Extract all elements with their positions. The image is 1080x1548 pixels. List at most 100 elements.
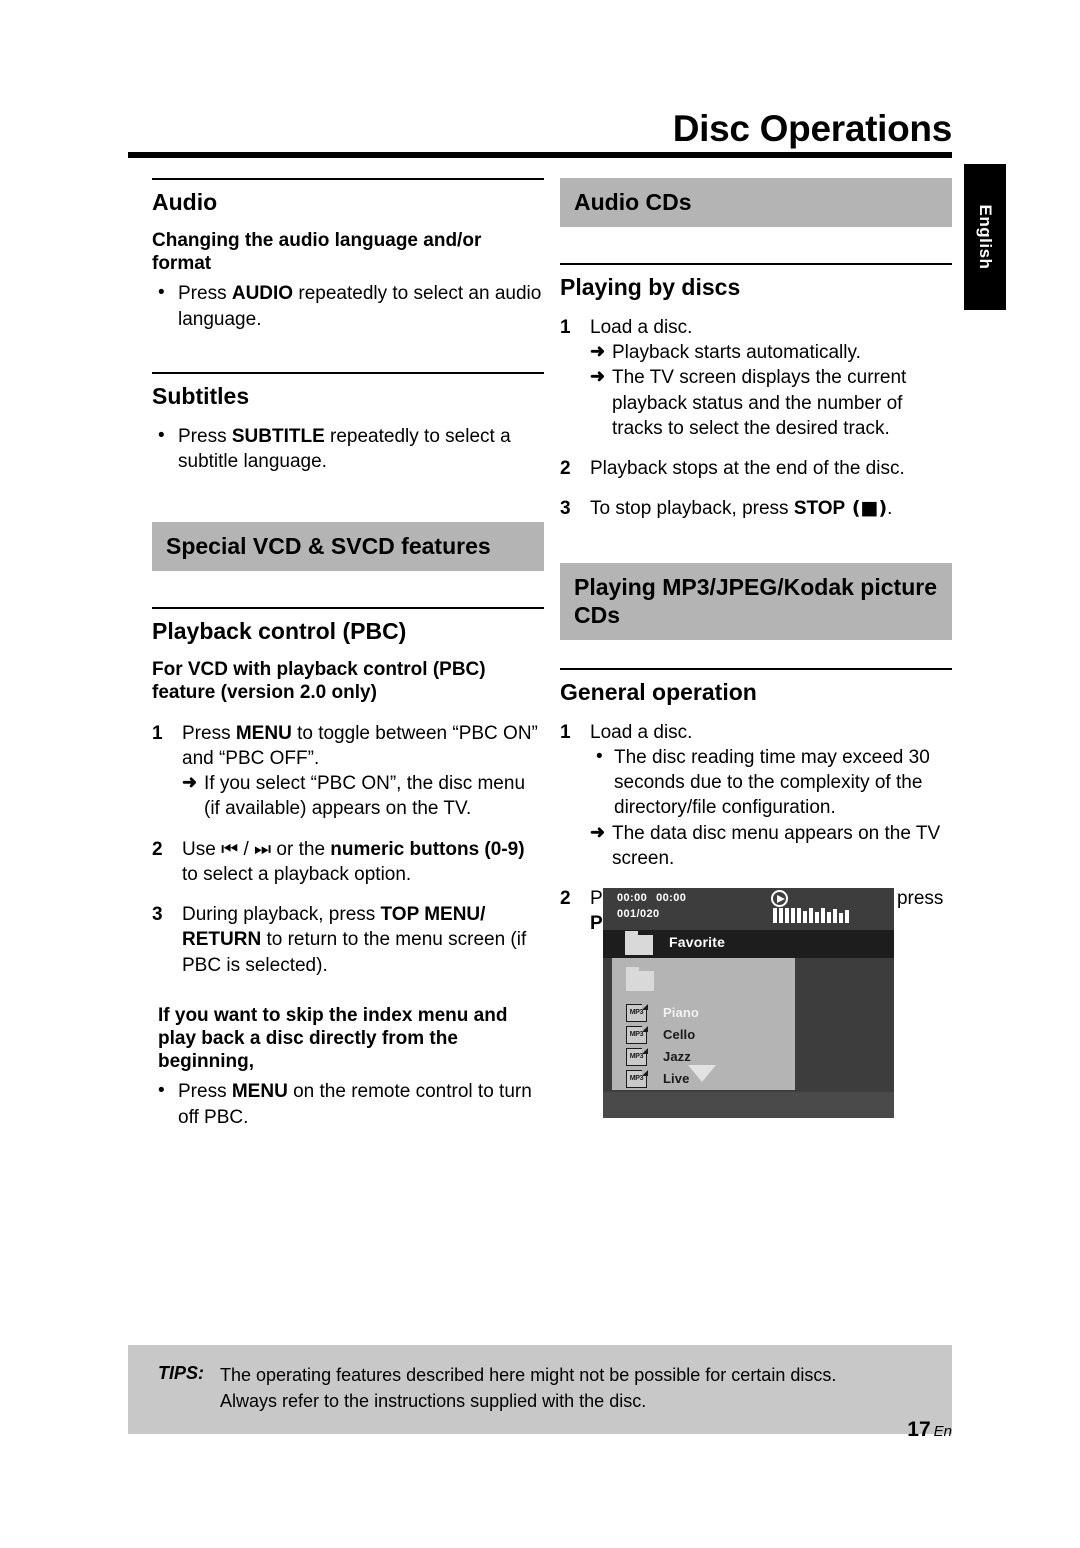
folder-icon (625, 931, 653, 955)
equalizer-bars-icon (773, 907, 849, 923)
next-track-icon: ⏭ (254, 837, 272, 860)
general-operation-divider (560, 667, 952, 670)
general-step-1-bullet: The disc reading time may exceed 30 seco… (590, 744, 952, 821)
prev-track-icon: ⏮ (221, 837, 239, 860)
tv-track-counter: 001/020 (617, 908, 660, 920)
general-step-2-number: 2 (560, 888, 571, 910)
audio-bullet: Press AUDIO repeatedly to select an audi… (152, 280, 544, 332)
tips-box: TIPS: The operating features described h… (128, 1345, 952, 1435)
subtitles-section-divider (152, 371, 544, 374)
mp3-file-icon: MP3 (626, 1047, 648, 1066)
pbc-step-2-key: numeric buttons (0-9) (330, 838, 525, 860)
list-item-label: Cello (663, 1027, 696, 1042)
mp3-file-icon: MP3 (626, 1003, 648, 1022)
tv-time-display: 00:00 00:00 (617, 892, 686, 904)
tv-screen-mockup: 00:00 00:00 001/020 Favorite MP3 Piano MP… (603, 888, 894, 1118)
pbc-step-1-number: 1 (152, 722, 163, 744)
audio-bullet-pre: Press (178, 283, 232, 305)
tv-file-list: MP3 Piano MP3 Cello MP3 Jazz MP3 Live (612, 958, 795, 1090)
language-tab: English (964, 164, 1006, 310)
special-vcd-band: Special VCD & SVCD features (152, 522, 544, 572)
pbc-step-2-mid: or the (271, 838, 331, 860)
audio-bullet-key: AUDIO (231, 283, 294, 305)
tv-selected-folder-label: Favorite (669, 934, 726, 950)
caret-down-icon[interactable] (688, 1065, 716, 1082)
tv-selected-folder-row[interactable]: Favorite (603, 930, 894, 958)
discs-step-3: 3 To stop playback, press STOP (■). (560, 496, 952, 521)
tips-body: The operating features described here mi… (220, 1363, 836, 1414)
manual-page: Disc Operations English Audio Changing t… (0, 0, 1080, 1548)
page-number-value: 17 (907, 1418, 931, 1441)
page-title: Disc Operations (672, 108, 953, 149)
tv-status-bar: 00:00 00:00 001/020 (603, 888, 894, 930)
pbc-step-3: 3 During playback, press TOP MENU/ RETUR… (152, 902, 544, 978)
general-operation-heading: General operation (560, 678, 757, 705)
header-divider (128, 152, 952, 158)
general-step-1-arrow: The data disc menu appears on the TV scr… (590, 821, 952, 872)
pbc-step-2-post: to select a playback option. (182, 863, 412, 885)
list-item-label: Jazz (663, 1049, 691, 1064)
skip-index-bullet-pre: Press (178, 1081, 232, 1103)
tips-label: TIPS: (158, 1363, 205, 1383)
mp3-file-icon: MP3 (626, 1025, 648, 1044)
subtitles-bullet: Press SUBTITLE repeatedly to select a su… (152, 423, 544, 475)
parent-folder-icon[interactable] (626, 967, 654, 991)
discs-step-1-arrow-1: Playback starts automatically. (590, 340, 952, 365)
discs-step-3-number: 3 (560, 498, 571, 520)
general-step-1-text: Load a disc. (590, 721, 693, 743)
discs-step-3-post: . (887, 498, 893, 520)
audio-subheading: Changing the audio language and/or forma… (152, 229, 482, 274)
discs-step-1-text: Load a disc. (590, 316, 693, 338)
tips-line-2: Always refer to the instructions supplie… (220, 1390, 647, 1411)
page-number-suffix: En (933, 1423, 952, 1440)
left-column: Audio Changing the audio language and/or… (152, 178, 544, 1134)
pbc-section-divider (152, 607, 544, 610)
discs-step-1-number: 1 (560, 316, 571, 338)
general-step-1-number: 1 (560, 721, 571, 743)
list-item-label: Live (663, 1071, 690, 1086)
pbc-step-2-pre: Use (182, 838, 222, 860)
pbc-step-2-sep: / (238, 838, 255, 860)
pbc-subheading: For VCD with playback control (PBC) feat… (152, 658, 486, 703)
list-item-label: Piano (663, 1005, 699, 1020)
subtitles-bullet-pre: Press (178, 425, 232, 447)
tv-time-total: 00:00 (656, 892, 687, 904)
pbc-heading: Playback control (PBC) (152, 618, 407, 645)
pbc-step-1-key: MENU (235, 722, 292, 744)
discs-step-1-arrow-2: The TV screen displays the current playb… (590, 365, 952, 441)
tv-time-elapsed: 00:00 (617, 892, 648, 904)
pbc-step-3-pre: During playback, press (182, 904, 381, 926)
pbc-step-1-arrow: If you select “PBC ON”, the disc menu (i… (182, 771, 544, 822)
audio-section-divider (152, 178, 544, 180)
skip-index-bullet-key: MENU (231, 1081, 288, 1103)
discs-step-3-pre: To stop playback, press (590, 498, 794, 520)
discs-step-1: 1 Load a disc. Playback starts automatic… (560, 315, 952, 441)
discs-step-2-text: Playback stops at the end of the disc. (590, 458, 905, 480)
discs-step-2-number: 2 (560, 458, 571, 480)
page-number: 17 En (907, 1418, 952, 1442)
subtitles-heading: Subtitles (152, 382, 250, 409)
pbc-step-3-number: 3 (152, 904, 163, 926)
skip-index-heading: If you want to skip the index menu and p… (158, 1004, 508, 1072)
pbc-step-1: 1 Press MENU to toggle between “PBC ON” … (152, 721, 544, 822)
play-icon (771, 890, 788, 907)
pbc-step-1-pre: Press (182, 722, 236, 744)
mp3-cds-band: Playing MP3/JPEG/Kodak picture CDs (560, 562, 952, 640)
language-tab-label: English (976, 204, 995, 270)
pbc-step-2-number: 2 (152, 838, 163, 860)
pbc-step-2: 2 Use ⏮ / ⏭ or the numeric buttons (0-9)… (152, 837, 544, 888)
audio-cds-band: Audio CDs (560, 178, 952, 228)
right-column: Audio CDs Playing by discs 1 Load a disc… (560, 178, 952, 942)
discs-step-2: 2 Playback stops at the end of the disc. (560, 456, 952, 481)
discs-step-3-key: STOP (793, 498, 846, 520)
subtitles-bullet-key: SUBTITLE (231, 425, 325, 447)
playing-by-discs-divider (560, 263, 952, 266)
skip-index-bullet: Press MENU on the remote control to turn… (152, 1078, 544, 1130)
tips-line-1: The operating features described here mi… (220, 1365, 837, 1385)
mp3-file-icon: MP3 (626, 1069, 648, 1088)
stop-icon: (■) (845, 497, 888, 520)
general-step-1: 1 Load a disc. The disc reading time may… (560, 720, 952, 872)
tv-bottom-bar (603, 1092, 894, 1118)
playing-by-discs-heading: Playing by discs (560, 274, 741, 301)
audio-heading: Audio (152, 189, 218, 215)
